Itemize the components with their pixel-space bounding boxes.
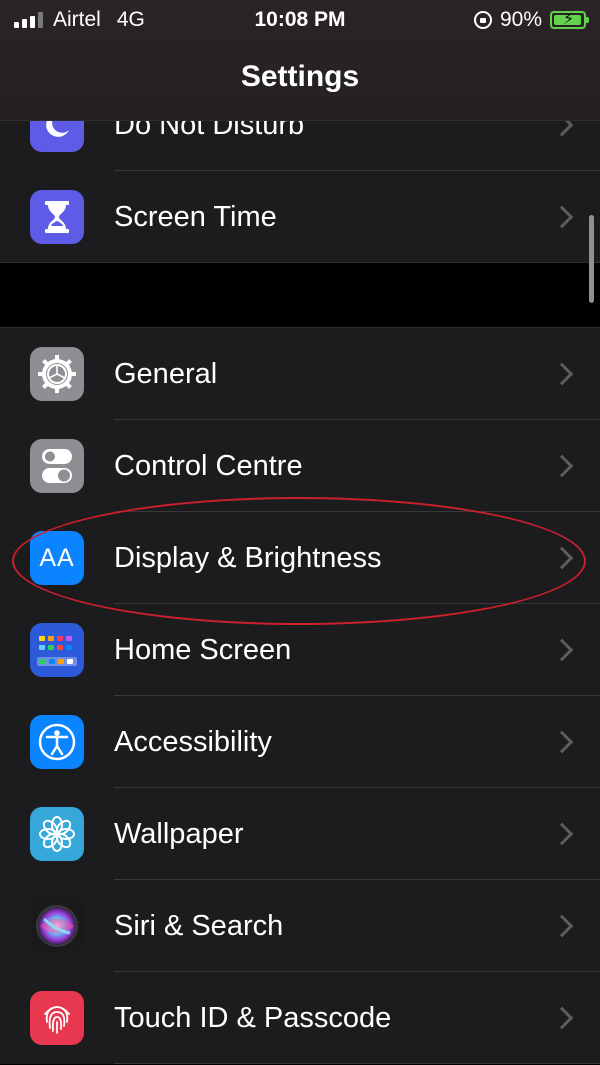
scroll-indicator[interactable] bbox=[589, 215, 594, 303]
rotation-lock-icon bbox=[473, 11, 492, 29]
toggles-icon bbox=[30, 439, 84, 493]
flower-icon bbox=[30, 807, 84, 861]
chevron-right-icon bbox=[550, 1006, 574, 1030]
settings-item-wallpaper[interactable]: Wallpaper bbox=[0, 788, 600, 880]
chevron-right-icon bbox=[550, 638, 574, 662]
settings-item-label: Display & Brightness bbox=[114, 541, 382, 574]
settings-item-label: General bbox=[114, 357, 218, 390]
settings-group-2: General Control Centre AA Display & Brig bbox=[0, 328, 600, 1064]
chevron-right-icon bbox=[550, 914, 574, 938]
settings-item-label: Touch ID & Passcode bbox=[114, 1001, 392, 1034]
header: Airtel 4G 10:08 PM 90% ⚡ Settings bbox=[0, 0, 600, 121]
settings-item-label: Home Screen bbox=[114, 633, 292, 666]
hourglass-icon bbox=[30, 190, 84, 244]
chevron-right-icon bbox=[550, 454, 574, 478]
app-grid-icon bbox=[30, 623, 84, 677]
settings-item-home-screen[interactable]: Home Screen bbox=[0, 604, 600, 696]
settings-item-siri-search[interactable]: Siri & Search bbox=[0, 880, 600, 972]
aa-glyph: AA bbox=[39, 543, 75, 572]
text-size-aa-icon: AA bbox=[30, 531, 84, 585]
gear-icon bbox=[30, 347, 84, 401]
settings-screen: Airtel 4G 10:08 PM 90% ⚡ Settings Do Not… bbox=[0, 0, 600, 1065]
fingerprint-icon bbox=[30, 991, 84, 1045]
settings-item-label: Accessibility bbox=[114, 725, 272, 758]
settings-item-label: Screen Time bbox=[114, 200, 277, 233]
status-bar: Airtel 4G 10:08 PM 90% ⚡ bbox=[0, 0, 600, 40]
settings-item-label: Control Centre bbox=[114, 449, 303, 482]
row-separator bbox=[114, 1063, 600, 1064]
page-title: Settings bbox=[240, 60, 360, 93]
chevron-right-icon bbox=[550, 730, 574, 754]
siri-icon bbox=[30, 899, 84, 953]
settings-item-accessibility[interactable]: Accessibility bbox=[0, 696, 600, 788]
chevron-right-icon bbox=[550, 546, 574, 570]
settings-item-label: Wallpaper bbox=[114, 817, 244, 850]
battery-percent: 90% bbox=[499, 8, 542, 31]
settings-item-touch-id-passcode[interactable]: Touch ID & Passcode bbox=[0, 972, 600, 1064]
settings-item-general[interactable]: General bbox=[0, 328, 600, 420]
battery-charging-icon: ⚡ bbox=[550, 11, 589, 29]
settings-item-screen-time[interactable]: Screen Time bbox=[0, 171, 600, 263]
chevron-right-icon bbox=[550, 205, 574, 229]
section-gap bbox=[0, 262, 600, 328]
settings-item-control-centre[interactable]: Control Centre bbox=[0, 420, 600, 512]
settings-item-display-brightness[interactable]: AA Display & Brightness bbox=[0, 512, 600, 604]
settings-item-label: Siri & Search bbox=[114, 909, 284, 942]
chevron-right-icon bbox=[550, 822, 574, 846]
accessibility-person-icon bbox=[30, 715, 84, 769]
chevron-right-icon bbox=[550, 362, 574, 386]
